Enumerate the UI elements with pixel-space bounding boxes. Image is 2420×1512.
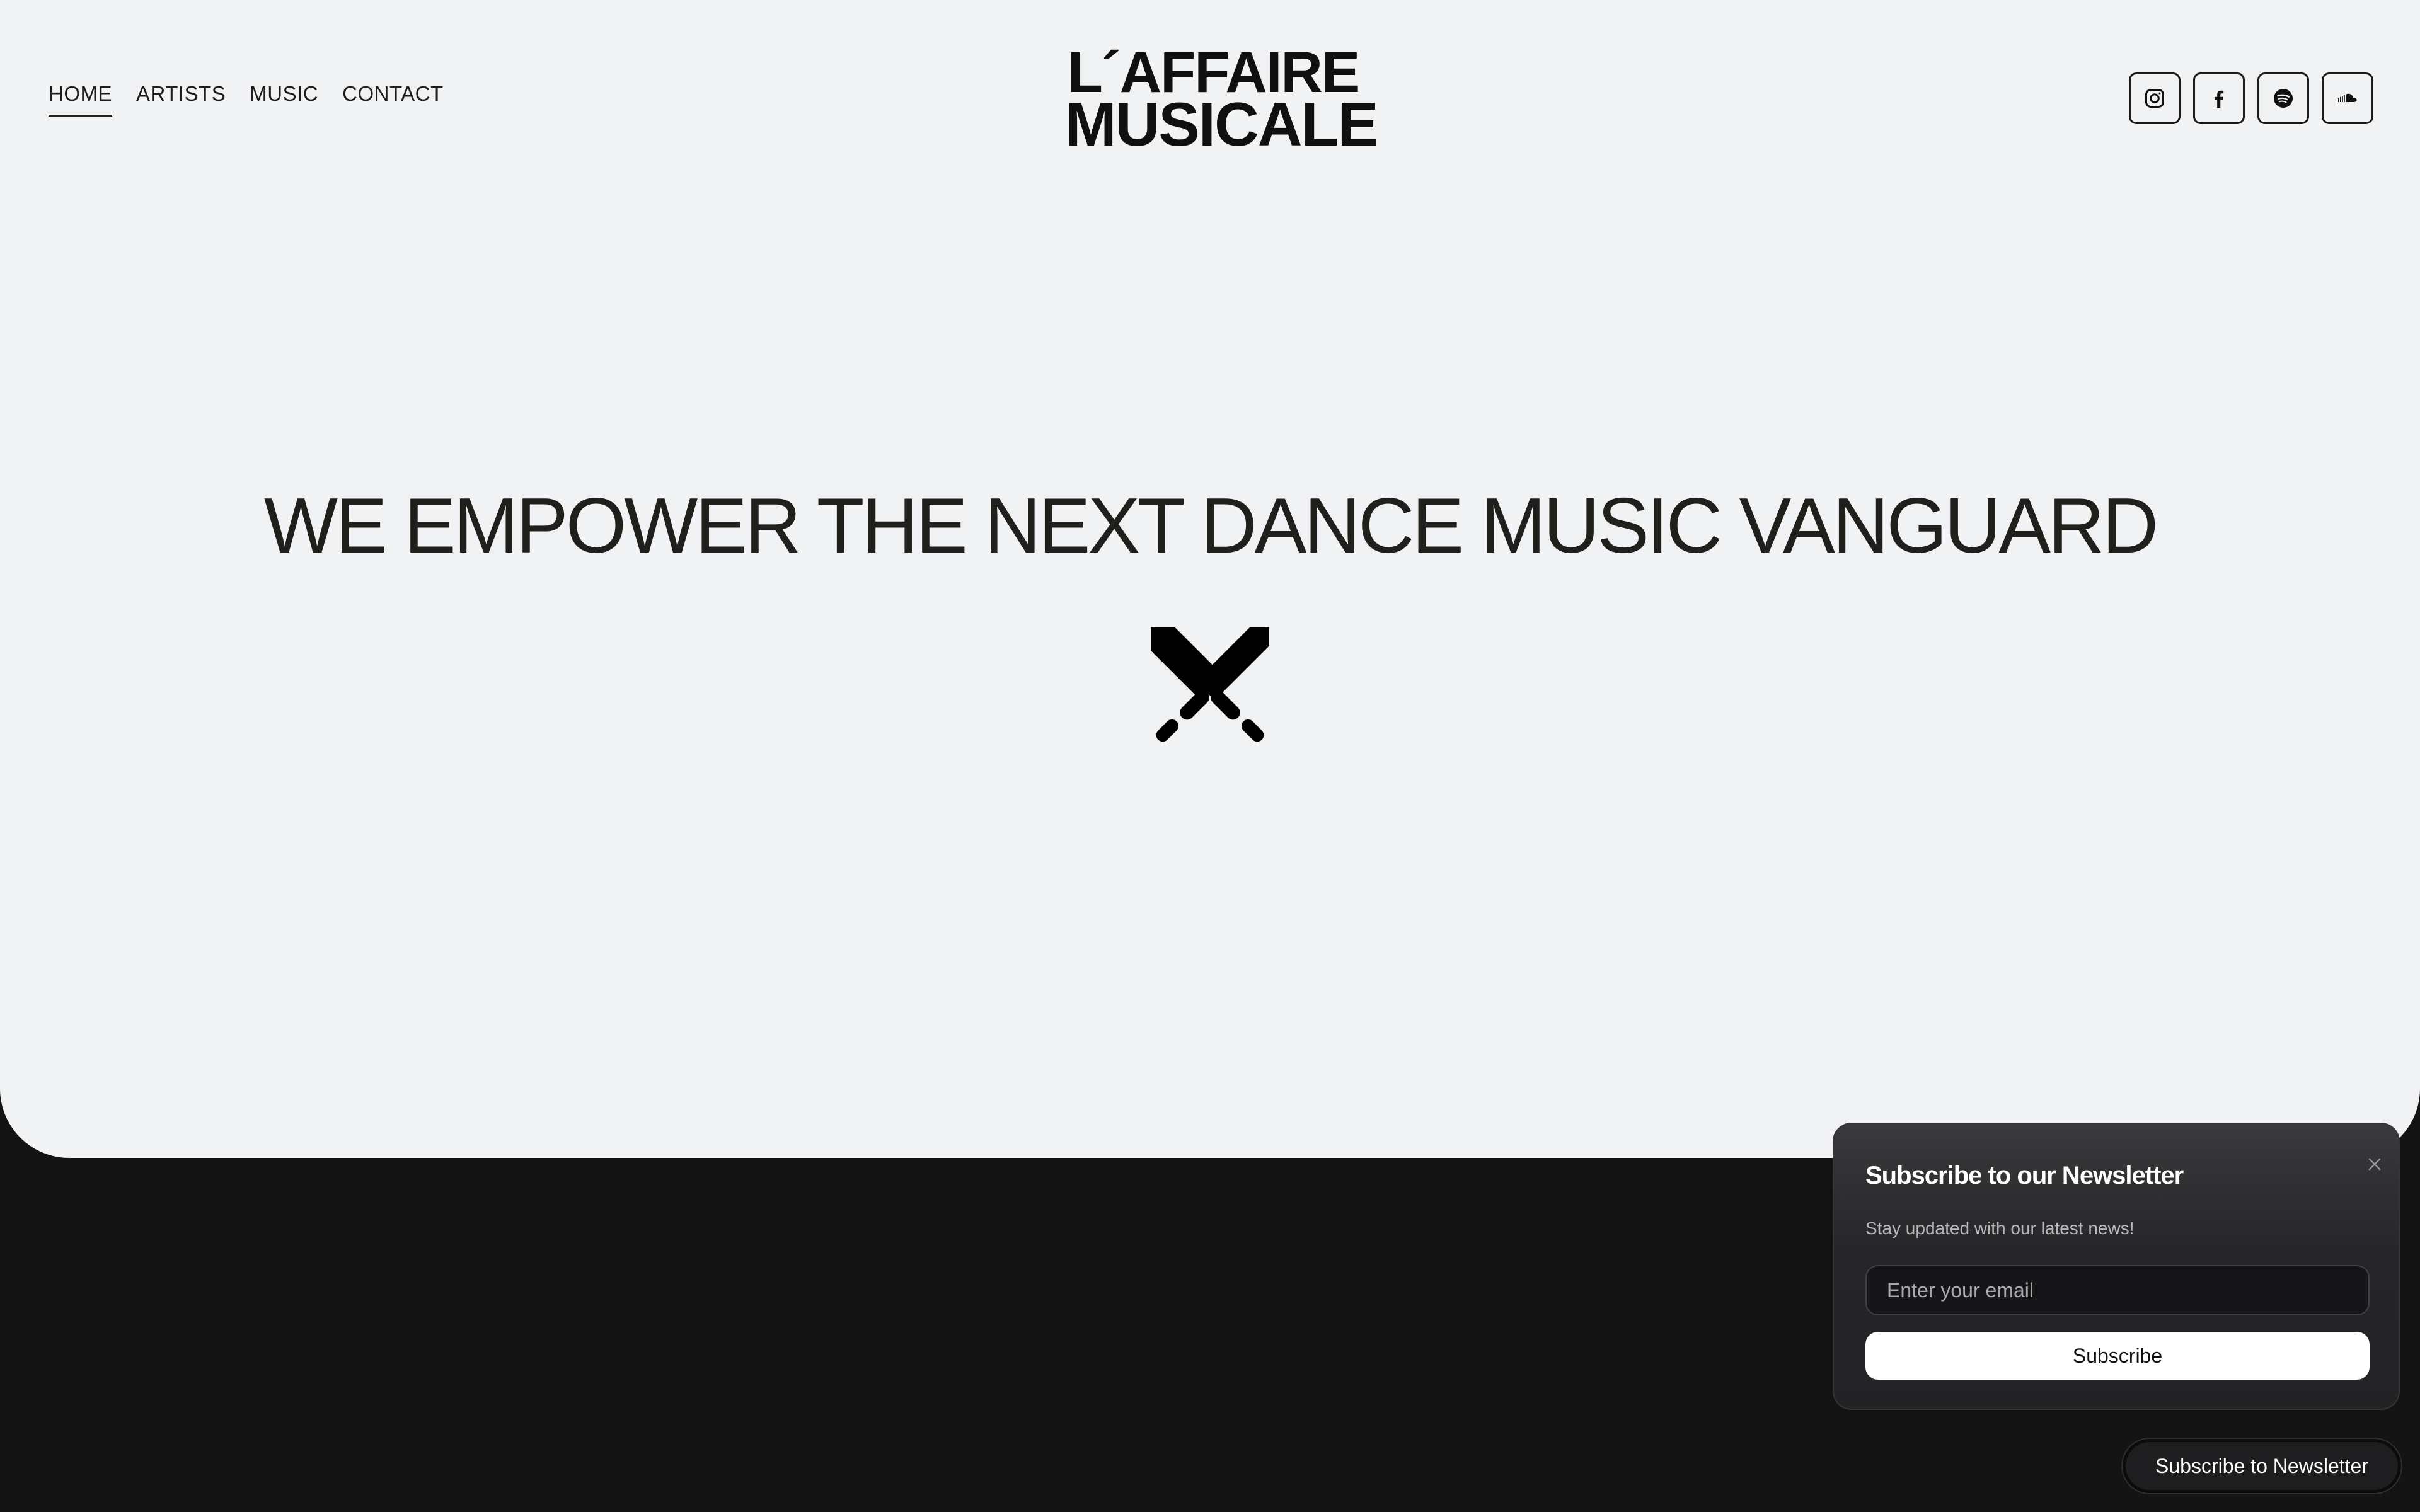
spotify-link[interactable] <box>2257 72 2309 124</box>
facebook-icon <box>2214 90 2224 108</box>
hero-section: HOME ARTISTS MUSIC CONTACT L´AFFAIRE MUS… <box>0 0 2420 1158</box>
nav-item-home[interactable]: HOME <box>49 82 112 117</box>
crossed-swords-icon <box>1151 627 1269 742</box>
newsletter-popup: Subscribe to our Newsletter Stay updated… <box>1833 1123 2400 1410</box>
social-links <box>2129 72 2373 124</box>
nav-item-music[interactable]: MUSIC <box>250 82 318 117</box>
soundcloud-icon <box>2338 93 2357 102</box>
popup-title: Subscribe to our Newsletter <box>1865 1162 2184 1189</box>
popup-subtitle: Stay updated with our latest news! <box>1865 1218 2135 1238</box>
email-input[interactable] <box>1865 1265 2370 1315</box>
subscribe-button[interactable]: Subscribe <box>1865 1332 2370 1380</box>
hero-headline: WE EMPOWER THE NEXT DANCE MUSIC VANGUARD <box>263 483 2158 570</box>
nav-item-artists[interactable]: ARTISTS <box>136 82 226 117</box>
site-logo[interactable]: L´AFFAIRE MUSICALE <box>1065 43 1379 159</box>
subscribe-newsletter-floating-button[interactable]: Subscribe to Newsletter <box>2123 1439 2401 1493</box>
spotify-icon <box>2274 89 2293 108</box>
soundcloud-link[interactable] <box>2322 72 2373 124</box>
main-nav: HOME ARTISTS MUSIC CONTACT <box>49 82 444 117</box>
instagram-icon <box>2145 89 2164 108</box>
instagram-link[interactable] <box>2129 72 2181 124</box>
close-button[interactable] <box>2362 1152 2387 1177</box>
nav-item-contact[interactable]: CONTACT <box>342 82 444 117</box>
logo-line-2: MUSICALE <box>1065 89 1379 159</box>
facebook-link[interactable] <box>2193 72 2245 124</box>
close-icon <box>2368 1158 2381 1171</box>
